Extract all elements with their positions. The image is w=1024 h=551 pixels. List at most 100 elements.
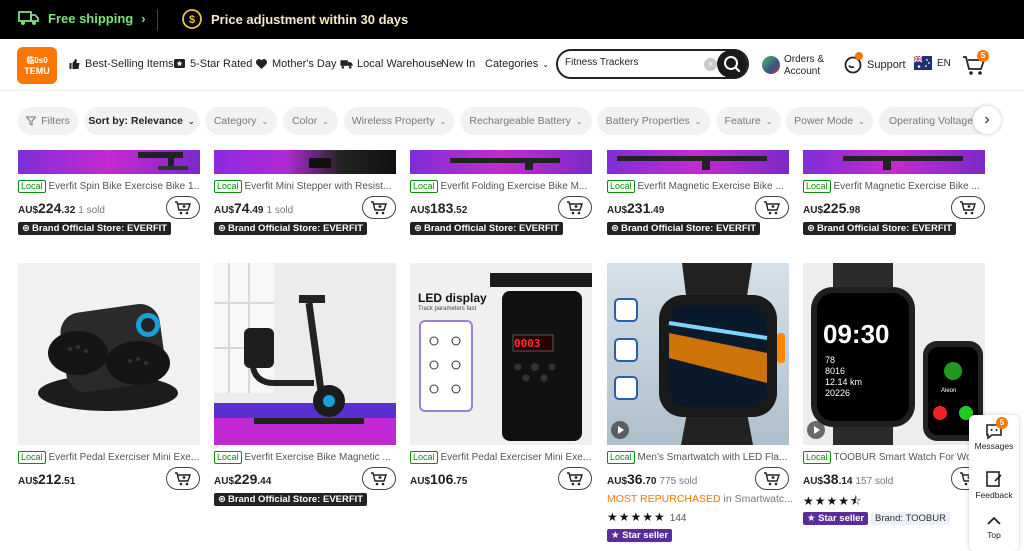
verified-badge-icon: ⊛ <box>807 223 815 234</box>
back-to-top-button[interactable]: Top <box>969 514 1019 540</box>
product-title[interactable]: Local Men's Smartwatch with LED Fla... <box>607 451 789 464</box>
add-to-cart-button[interactable] <box>558 196 592 219</box>
power-mode-label: Power Mode <box>794 115 854 127</box>
power-mode-chip[interactable]: Power Mode ⌄ <box>786 107 873 135</box>
rechargeable-battery-chip[interactable]: Rechargeable Battery ⌄ <box>460 107 592 135</box>
add-to-cart-button[interactable] <box>166 467 200 490</box>
add-cart-icon <box>371 471 387 485</box>
price-cents: .52 <box>453 205 468 216</box>
price-adjustment-link[interactable]: $ Price adjustment within 30 days <box>181 8 408 30</box>
feature-chip[interactable]: Feature ⌄ <box>716 107 781 135</box>
battery-properties-chip[interactable]: Battery Properties ⌄ <box>597 107 710 135</box>
search-input[interactable] <box>565 57 700 68</box>
brand-store-tag[interactable]: ⊛ Brand Official Store: EVERFIT <box>803 222 957 235</box>
clear-search-icon[interactable]: × <box>704 58 717 71</box>
product-title[interactable]: Local Everfit Folding Exercise Bike M... <box>410 180 592 193</box>
video-play-icon[interactable] <box>611 421 629 439</box>
thumbs-up-icon <box>69 59 80 69</box>
product-image[interactable] <box>607 150 789 174</box>
nav-mothers-day-label: Mother's Day <box>272 58 337 70</box>
search-button[interactable] <box>717 50 747 78</box>
brand-store-text: Brand Official Store: EVERFIT <box>227 494 364 505</box>
language-selector[interactable]: EN <box>913 55 951 70</box>
product-title[interactable]: Local Everfit Pedal Exerciser Mini Exe... <box>410 451 592 464</box>
support-link[interactable]: Support <box>844 52 906 74</box>
nav-best-selling[interactable]: Best-Selling Items <box>68 58 174 70</box>
brand-tag[interactable]: Brand: TOOBUR <box>871 512 950 525</box>
truck-icon <box>340 60 353 69</box>
free-shipping-link[interactable]: Free shipping › <box>18 9 146 27</box>
add-to-cart-button[interactable] <box>362 196 396 219</box>
product-image[interactable]: LED display Track parameters fast 0003 <box>410 263 592 445</box>
add-to-cart-button[interactable] <box>166 196 200 219</box>
product-image[interactable] <box>18 150 200 174</box>
nav-new-in[interactable]: New In <box>441 58 475 70</box>
search-box: × <box>556 49 749 79</box>
price-whole: 231 <box>627 200 651 216</box>
account-avatar-icon[interactable] <box>762 56 780 74</box>
orders-account-line1: Orders & <box>784 54 825 65</box>
orders-account-link[interactable]: Orders & Account <box>784 54 824 78</box>
logo-glyphs: 临0s0 <box>26 55 48 65</box>
temu-logo[interactable]: 临0s0 TEMU <box>17 47 57 84</box>
brand-store-tag[interactable]: ⊛ Brand Official Store: EVERFIT <box>214 493 368 506</box>
promo-divider <box>157 9 158 31</box>
local-badge: Local <box>803 451 831 464</box>
brand-store-tag[interactable]: ⊛ Brand Official Store: EVERFIT <box>18 222 172 235</box>
filters-chip[interactable]: Filters <box>18 107 78 135</box>
product-title-text: Everfit Mini Stepper with Resist... <box>244 181 392 192</box>
category-chip[interactable]: Category ⌄ <box>205 107 277 135</box>
rating-stars[interactable]: ★★★★⯪ <box>803 492 862 513</box>
rechargeable-battery-label: Rechargeable Battery <box>469 115 571 127</box>
product-image[interactable] <box>803 150 985 174</box>
side-float-panel: 5 Messages Feedback Top <box>969 415 1019 551</box>
product-title[interactable]: Local Everfit Exercise Bike Magnetic ... <box>214 451 396 464</box>
product-title[interactable]: Local TOOBUR Smart Watch For Wo... <box>803 451 985 464</box>
nav-mothers-day[interactable]: Mother's Day <box>255 58 336 70</box>
product-image[interactable] <box>214 263 396 445</box>
video-play-icon[interactable] <box>807 421 825 439</box>
nav-categories[interactable]: Categories ⌄ <box>485 58 549 70</box>
add-to-cart-button[interactable] <box>951 196 985 219</box>
filters-scroll-right-button[interactable]: › <box>973 106 1001 134</box>
cart-button[interactable]: 5 <box>962 50 989 82</box>
product-title[interactable]: Local Everfit Spin Bike Exercise Bike 1..… <box>18 180 200 193</box>
brand-store-tag[interactable]: ⊛ Brand Official Store: EVERFIT <box>214 222 368 235</box>
watch-stat-4: 20226 <box>825 388 851 398</box>
brand-store-tag[interactable]: ⊛ Brand Official Store: EVERFIT <box>410 222 564 235</box>
sort-by-chip[interactable]: Sort by: Relevance ⌄ <box>84 107 199 135</box>
product-image[interactable] <box>607 263 789 445</box>
product-title[interactable]: Local Everfit Magnetic Exercise Bike ... <box>803 180 985 193</box>
nav-five-star[interactable]: 5-Star Rated <box>173 58 252 70</box>
product-image[interactable] <box>410 150 592 174</box>
add-to-cart-button[interactable] <box>755 196 789 219</box>
wireless-property-chip[interactable]: Wireless Property ⌄ <box>344 107 454 135</box>
messages-button[interactable]: 5 Messages <box>969 417 1019 451</box>
verified-badge-icon: ⊛ <box>218 494 226 505</box>
star-icon: ★ <box>611 530 620 541</box>
rating-stars[interactable]: ★★★★★ 144 <box>607 510 686 524</box>
local-badge: Local <box>803 180 831 193</box>
product-title[interactable]: Local Everfit Magnetic Exercise Bike ... <box>607 180 789 193</box>
promo-bar: Free shipping › $ Price adjustment withi… <box>0 0 1024 39</box>
color-chip[interactable]: Color ⌄ <box>283 107 338 135</box>
product-title[interactable]: Local Everfit Mini Stepper with Resist... <box>214 180 396 193</box>
brand-store-text: Brand Official Store: EVERFIT <box>816 223 953 234</box>
add-to-cart-button[interactable] <box>558 467 592 490</box>
product-title[interactable]: Local Everfit Pedal Exerciser Mini Exe... <box>18 451 200 464</box>
product-title-text: TOOBUR Smart Watch For Wo... <box>833 452 981 463</box>
svg-text:$: $ <box>189 14 195 26</box>
add-to-cart-button[interactable] <box>755 467 789 490</box>
nav-categories-label: Categories <box>485 58 539 70</box>
brand-store-text: Brand Official Store: EVERFIT <box>227 223 364 234</box>
add-to-cart-button[interactable] <box>362 467 396 490</box>
feedback-button[interactable]: Feedback <box>969 470 1019 500</box>
most-repurchased-tag[interactable]: MOST REPURCHASED in Smartwatc... <box>607 493 793 505</box>
product-image[interactable]: 09:30 78 8016 12.14 km 20226 Aleon <box>803 263 985 445</box>
nav-local-warehouse[interactable]: Local Warehouse <box>340 58 442 70</box>
product-price: AU$36.70 775 sold <box>607 471 697 487</box>
brand-store-tag[interactable]: ⊛ Brand Official Store: EVERFIT <box>607 222 761 235</box>
product-image[interactable] <box>18 263 200 445</box>
product-image[interactable] <box>214 150 396 174</box>
led-readout: 0003 <box>514 337 541 350</box>
